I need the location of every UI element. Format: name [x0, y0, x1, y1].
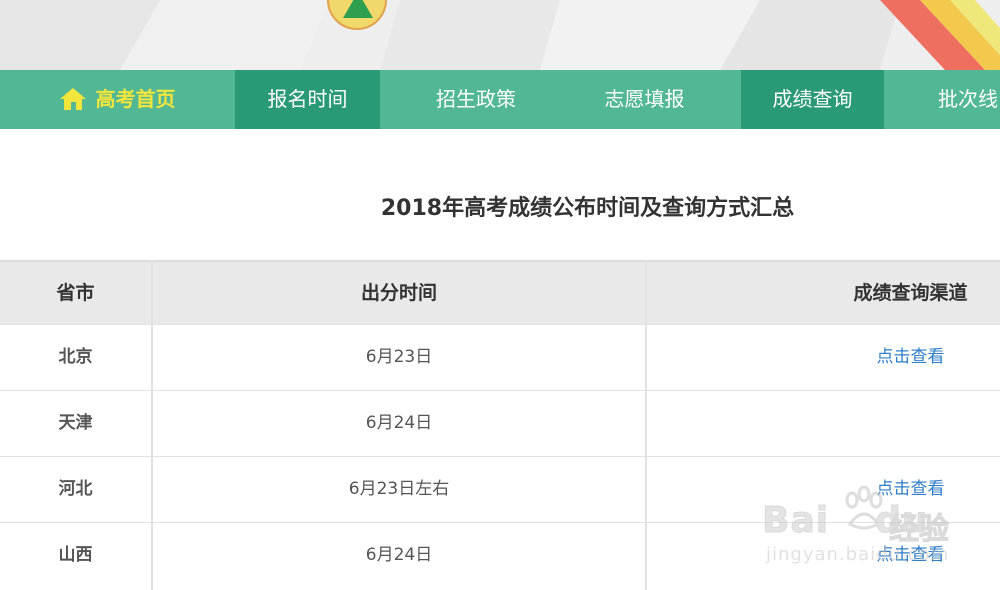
- cell-time: 6月23日: [365, 347, 433, 367]
- logo-tree-icon: [343, 0, 373, 18]
- cell-province: 北京: [58, 347, 93, 367]
- nav-item-label: 批次线: [938, 87, 998, 111]
- nav-item-registration-time[interactable]: 报名时间: [235, 70, 380, 129]
- column-divider: [151, 260, 153, 590]
- nav-item-cutoff-line[interactable]: 批次线: [908, 70, 1000, 129]
- cell-province: 山西: [58, 545, 93, 565]
- header-banner: [0, 0, 1000, 70]
- column-divider: [645, 260, 647, 590]
- nav-item-label: 成绩查询: [772, 87, 853, 111]
- page-title: 2018年高考成绩公布时间及查询方式汇总: [380, 196, 795, 221]
- banner-decoration: [0, 0, 1000, 70]
- home-icon: [59, 87, 86, 110]
- table-header: 省市 出分时间 成绩查询渠道: [0, 260, 1000, 324]
- nav-item-label: 报名时间: [267, 87, 348, 111]
- nav-item-application[interactable]: 志愿填报: [572, 70, 717, 129]
- cell-province: 河北: [58, 479, 93, 499]
- header-province: 省市: [56, 282, 95, 304]
- nav-item-admission-policy[interactable]: 招生政策: [380, 70, 572, 129]
- nav-item-home-label: 高考首页: [95, 87, 176, 111]
- watermark-url: jingyan.baidu.com: [766, 544, 950, 565]
- cell-time: 6月24日: [365, 413, 433, 433]
- table-row: 天津 6月24日: [0, 390, 1000, 456]
- nav-item-label: 志愿填报: [604, 87, 685, 111]
- nav-item-score-query[interactable]: 成绩查询: [741, 70, 884, 129]
- nav-item-home[interactable]: 高考首页: [0, 70, 235, 129]
- cell-province: 天津: [58, 413, 93, 433]
- cell-channel-link[interactable]: [647, 391, 1000, 455]
- watermark-brand-cn: 经验: [889, 512, 950, 548]
- baidu-jingyan-watermark: Bai du 经验 jingyan.baidu.com: [761, 486, 962, 576]
- watermark-brand-text: Bai: [761, 500, 830, 542]
- cell-time: 6月24日: [365, 545, 433, 565]
- main-nav: 高考首页 报名时间 招生政策 志愿填报 成绩查询 批次线: [0, 70, 1000, 129]
- nav-item-label: 招生政策: [436, 87, 516, 111]
- cell-time: 6月23日左右: [348, 479, 450, 499]
- cell-channel-link[interactable]: 点击查看: [647, 325, 1000, 389]
- header-channel: 成绩查询渠道: [853, 282, 968, 304]
- header-time: 出分时间: [360, 282, 437, 304]
- table-row: 北京 6月23日 点击查看: [0, 324, 1000, 390]
